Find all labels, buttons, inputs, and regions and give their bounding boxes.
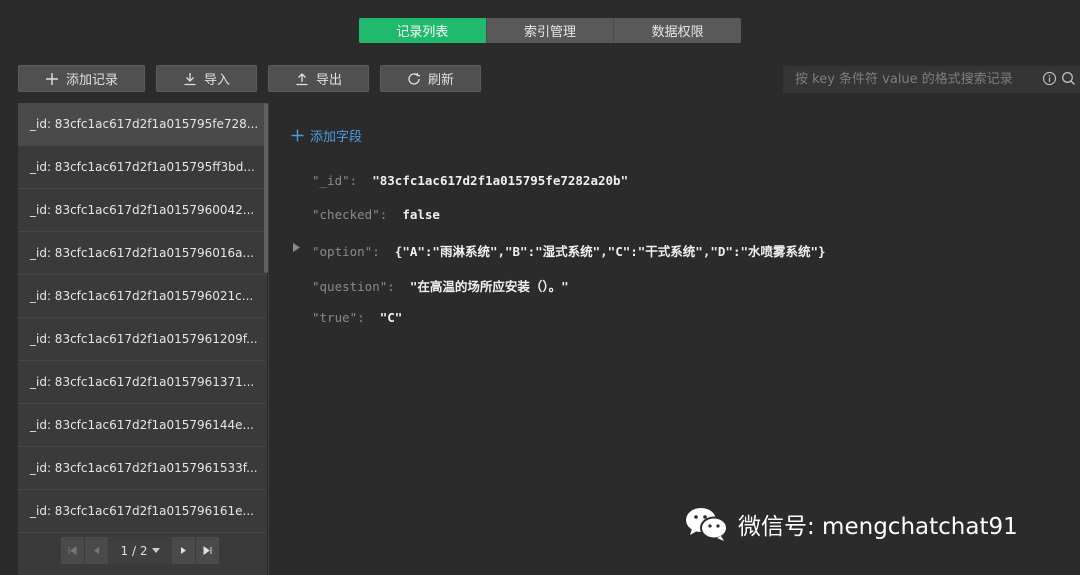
record-item[interactable]: _id: 83cfc1ac617d2f1a015796161e...	[18, 490, 265, 533]
import-label: 导入	[203, 73, 230, 88]
field-key: "option":	[312, 244, 380, 259]
add-record-button[interactable]: 添加记录	[18, 65, 145, 92]
tab-records[interactable]: 记录列表	[359, 18, 486, 43]
plus-icon	[291, 129, 304, 142]
field-row-question[interactable]: "question": "在高温的场所应安装（）。"	[312, 276, 569, 295]
field-row-checked[interactable]: "checked": false	[312, 207, 440, 222]
record-item[interactable]: _id: 83cfc1ac617d2f1a0157961533f...	[18, 447, 265, 490]
refresh-label: 刷新	[427, 73, 454, 88]
refresh-button[interactable]: 刷新	[380, 65, 481, 92]
search-input[interactable]	[783, 66, 1080, 93]
field-key: "question":	[312, 279, 395, 294]
download-icon	[184, 72, 196, 85]
page-indicator: 1 / 2	[120, 543, 148, 558]
next-page-icon	[181, 547, 186, 554]
watermark-text: 微信号: mengchatchat91	[738, 514, 1018, 540]
plus-icon	[45, 72, 58, 85]
wechat-icon	[686, 508, 728, 541]
view-tabs: 记录列表 索引管理 数据权限	[359, 18, 741, 43]
field-row-id[interactable]: "_id": "83cfc1ac617d2f1a015795fe7282a20b…	[312, 173, 628, 188]
last-page-icon	[203, 546, 212, 555]
pagination: 1 / 2	[61, 537, 220, 564]
panel-divider	[268, 103, 269, 575]
record-item[interactable]: _id: 83cfc1ac617d2f1a015796021c...	[18, 275, 265, 318]
add-field-button[interactable]: 添加字段	[291, 126, 362, 145]
info-icon[interactable]	[1042, 71, 1057, 86]
field-row-true[interactable]: "true": "C"	[312, 310, 402, 325]
field-value[interactable]: false	[402, 207, 440, 222]
field-value[interactable]: {"A":"雨淋系统","B":"湿式系统","C":"干式系统","D":"水…	[395, 244, 826, 259]
search-icons	[1042, 71, 1076, 86]
prev-page-icon	[94, 547, 99, 554]
upload-icon	[296, 72, 308, 85]
record-item[interactable]: _id: 83cfc1ac617d2f1a0157961209f...	[18, 318, 265, 361]
field-key: "true":	[312, 310, 365, 325]
record-item[interactable]: _id: 83cfc1ac617d2f1a0157960042...	[18, 189, 265, 232]
prev-page-button[interactable]	[85, 537, 109, 564]
tab-permissions[interactable]: 数据权限	[613, 18, 741, 43]
field-row-option[interactable]: "option": {"A":"雨淋系统","B":"湿式系统","C":"干式…	[312, 241, 826, 260]
record-item[interactable]: _id: 83cfc1ac617d2f1a0157961371...	[18, 361, 265, 404]
record-item[interactable]: _id: 83cfc1ac617d2f1a015796016a...	[18, 232, 265, 275]
field-value[interactable]: "83cfc1ac617d2f1a015795fe7282a20b"	[372, 173, 628, 188]
expand-caret-icon[interactable]	[293, 243, 300, 252]
search-icon[interactable]	[1061, 71, 1076, 86]
tab-indexes[interactable]: 索引管理	[485, 18, 614, 43]
record-item[interactable]: _id: 83cfc1ac617d2f1a015796144e...	[18, 404, 265, 447]
field-value[interactable]: "C"	[380, 310, 403, 325]
field-value[interactable]: "在高温的场所应安装（）。"	[410, 279, 569, 294]
export-label: 导出	[315, 73, 342, 88]
watermark: 微信号: mengchatchat91	[684, 505, 1018, 543]
field-key: "_id":	[312, 173, 358, 188]
page-select[interactable]: 1 / 2	[109, 537, 172, 564]
first-page-button[interactable]	[61, 537, 85, 564]
add-field-label: 添加字段	[310, 130, 363, 145]
record-item[interactable]: _id: 83cfc1ac617d2f1a015795ff3bd...	[18, 146, 265, 189]
field-key: "checked":	[312, 207, 388, 222]
chevron-down-icon	[152, 547, 161, 553]
first-page-icon	[68, 546, 77, 555]
record-item[interactable]: _id: 83cfc1ac617d2f1a015795fe728...	[18, 103, 265, 146]
refresh-icon	[408, 72, 420, 85]
last-page-button[interactable]	[196, 537, 220, 564]
add-record-label: 添加记录	[65, 73, 118, 88]
export-button[interactable]: 导出	[268, 65, 369, 92]
next-page-button[interactable]	[172, 537, 196, 564]
import-button[interactable]: 导入	[156, 65, 257, 92]
record-list: _id: 83cfc1ac617d2f1a015795fe728... _id:…	[18, 103, 267, 575]
